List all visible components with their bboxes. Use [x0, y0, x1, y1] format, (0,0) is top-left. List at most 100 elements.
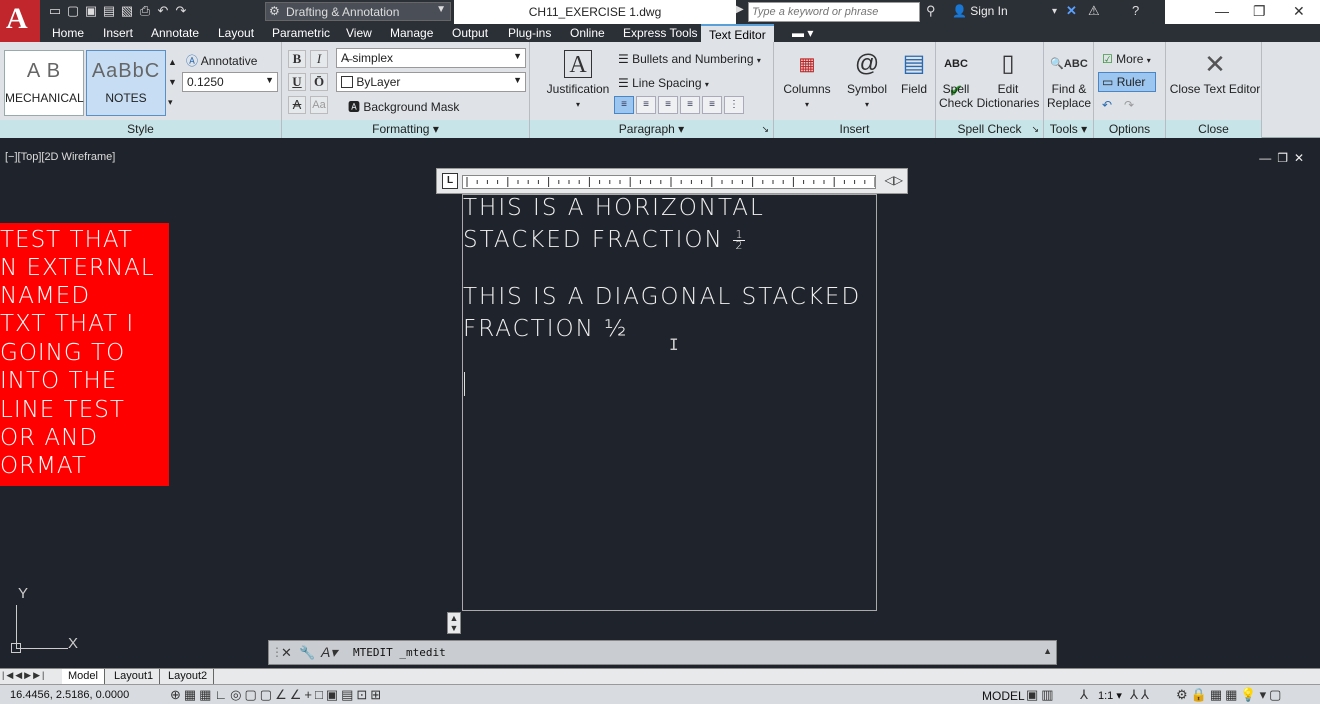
distribute-button[interactable]: ⋮: [724, 96, 744, 114]
height-resize-handle-icon[interactable]: ▲ ▼: [447, 612, 461, 634]
tab-layout1[interactable]: Layout1: [108, 669, 161, 684]
exchange-icon[interactable]: ✕: [1066, 3, 1077, 19]
undo-button[interactable]: ↶: [1102, 98, 1112, 112]
chevron-down-icon[interactable]: ▾: [1052, 6, 1057, 17]
minimize-icon[interactable]: —: [1215, 3, 1229, 19]
mtext-editor-box[interactable]: THIS IS A HORIZONTAL STACKED FRACTION 12…: [462, 194, 877, 611]
tab-parametric[interactable]: Parametric: [272, 26, 330, 40]
tab-view[interactable]: View: [346, 26, 372, 40]
ruler-width-handle-icon[interactable]: ◁▷: [885, 173, 903, 187]
save-as-icon[interactable]: ▤: [100, 3, 118, 19]
close-text-editor-button[interactable]: ✕ Close Text Editor: [1168, 50, 1262, 96]
plot-icon[interactable]: ⎙: [136, 3, 154, 19]
viewport-controls[interactable]: —❐✕: [1259, 151, 1310, 165]
tab-home[interactable]: Home: [52, 26, 84, 40]
binoculars-icon[interactable]: ⚲: [926, 3, 936, 19]
tab-navigation-icon[interactable]: |◀◀▶▶|: [2, 670, 46, 681]
text-height-combo[interactable]: 0.1250 ▼: [182, 72, 278, 92]
undo-icon[interactable]: ↶: [154, 3, 172, 19]
align-center-button[interactable]: ≡: [658, 96, 678, 114]
find-replace-button[interactable]: 🔍ABC Find & Replace: [1046, 50, 1092, 110]
mtext-ruler[interactable]: L ◁▷: [436, 168, 908, 194]
close-icon[interactable]: ✕: [1293, 3, 1305, 20]
tab-manage[interactable]: Manage: [390, 26, 433, 40]
panel-title[interactable]: Formatting ▾: [282, 120, 529, 138]
help-icon[interactable]: ?: [1132, 3, 1139, 18]
diagonal-stacked-fraction[interactable]: ½: [604, 316, 628, 342]
align-default-button[interactable]: ≡: [614, 96, 634, 114]
maximize-icon[interactable]: ❐: [1253, 3, 1266, 20]
style-scroll-icon[interactable]: ▲ ▼ ▾: [168, 52, 177, 112]
line-spacing-button[interactable]: ☰ Line Spacing ▾: [618, 76, 709, 90]
search-input[interactable]: [748, 2, 920, 22]
style-mechanical[interactable]: A B MECHANICAL: [4, 50, 84, 116]
italic-button[interactable]: I: [310, 50, 328, 68]
tab-model[interactable]: Model: [62, 669, 105, 684]
background-mask-button[interactable]: 🅰 Background Mask: [348, 98, 459, 115]
model-space-toggle[interactable]: MODEL: [982, 689, 1025, 703]
coordinate-readout[interactable]: 16.4456, 2.5186, 0.0000: [10, 689, 129, 701]
overline-button[interactable]: Ō: [310, 73, 328, 91]
font-combo[interactable]: A̶ simplex ▼: [336, 48, 526, 68]
drafting-toggles[interactable]: ⊕▦▦∟◎▢▢∠∠+□▣▤⊡⊞: [170, 687, 384, 703]
wrench-icon[interactable]: 🔧: [299, 645, 315, 661]
field-button[interactable]: ▤ Field: [894, 50, 934, 96]
tab-insert[interactable]: Insert: [103, 26, 133, 40]
dialog-launcher-icon[interactable]: ↘: [1031, 120, 1039, 138]
chevron-up-icon[interactable]: ▲: [1043, 646, 1052, 656]
new-icon[interactable]: ▭: [46, 3, 64, 19]
align-left-button[interactable]: ≡: [636, 96, 656, 114]
workspace-tray-icons[interactable]: ⚙🔒▦▦💡▾▢: [1176, 687, 1284, 703]
justification-button[interactable]: A Justification ▾: [538, 50, 618, 112]
dialog-launcher-icon[interactable]: ↘: [761, 120, 769, 138]
tab-annotate[interactable]: Annotate: [151, 26, 199, 40]
spell-check-button[interactable]: ABC ✔ Spell Check: [938, 50, 974, 110]
ruler-toggle[interactable]: ▭ Ruler: [1098, 72, 1156, 92]
close-icon[interactable]: ✕: [281, 645, 292, 661]
symbol-button[interactable]: @ Symbol ▾: [840, 50, 894, 112]
more-button[interactable]: ☑ More ▾: [1102, 52, 1151, 66]
tab-text-editor[interactable]: Text Editor: [701, 24, 774, 42]
viewport-label[interactable]: [−][Top][2D Wireframe]: [5, 151, 115, 163]
annotation-scale[interactable]: 1:1 ▾: [1098, 689, 1122, 702]
tab-layout[interactable]: Layout: [218, 26, 254, 40]
drawing-canvas[interactable]: [−][Top][2D Wireframe] —❐✕ TEST THAT N E…: [0, 143, 1320, 668]
annotation-scale-icon[interactable]: ⅄: [1080, 687, 1091, 703]
ruler-track[interactable]: [462, 175, 876, 189]
sign-in-button[interactable]: 👤 Sign In: [952, 4, 1008, 18]
redo-button[interactable]: ↷: [1124, 98, 1134, 112]
layout-viewport-icons[interactable]: ▣▥: [1026, 687, 1057, 703]
bullets-numbering-button[interactable]: ☰ Bullets and Numbering ▾: [618, 52, 761, 66]
application-menu-button[interactable]: A: [0, 0, 40, 42]
tab-plug-ins[interactable]: Plug-ins: [508, 26, 551, 40]
command-line[interactable]: ⋮ ✕ 🔧 A▾ MTEDIT _mtedit ▲: [268, 640, 1057, 665]
align-right-button[interactable]: ≡: [680, 96, 700, 114]
command-prompt-icon[interactable]: A▾: [321, 644, 337, 661]
style-notes[interactable]: AaBbC NOTES: [86, 50, 166, 116]
tab-layout2[interactable]: Layout2: [162, 669, 215, 684]
workspace-dropdown[interactable]: ⚙ Drafting & Annotation ▼: [265, 2, 451, 21]
case-button[interactable]: Aa: [310, 96, 328, 114]
color-combo[interactable]: ByLayer ▼: [336, 72, 526, 92]
publish-icon[interactable]: ▧: [118, 3, 136, 19]
autodesk-360-icon[interactable]: ⚠: [1088, 3, 1100, 19]
horizontal-stacked-fraction[interactable]: 12: [733, 229, 746, 251]
panel-title[interactable]: Paragraph ▾ ↘: [530, 120, 773, 138]
strikethrough-button[interactable]: A: [288, 96, 306, 114]
annotation-visibility-icons[interactable]: ⅄⅄: [1130, 687, 1152, 703]
tab-type-icon[interactable]: L: [442, 173, 458, 189]
underline-button[interactable]: U: [288, 73, 306, 91]
panel-title[interactable]: Spell Check ↘: [936, 120, 1043, 138]
open-icon[interactable]: ▢: [64, 3, 82, 19]
edit-dictionaries-button[interactable]: ▯ Edit Dictionaries: [974, 50, 1042, 110]
search-expand-icon[interactable]: ▶: [736, 4, 748, 20]
columns-button[interactable]: ▦ Columns ▾: [780, 50, 834, 112]
tab-express-tools[interactable]: Express Tools: [623, 26, 697, 40]
bold-button[interactable]: B: [288, 50, 306, 68]
panel-title[interactable]: Tools ▾: [1044, 120, 1093, 138]
justify-button[interactable]: ≡: [702, 96, 722, 114]
annotative-button[interactable]: Ⓐ Annotative: [186, 52, 257, 69]
ribbon-minimize-icon[interactable]: ▬ ▾: [792, 26, 813, 40]
redo-icon[interactable]: ↷: [172, 3, 190, 19]
command-text[interactable]: MTEDIT _mtedit: [353, 646, 446, 659]
